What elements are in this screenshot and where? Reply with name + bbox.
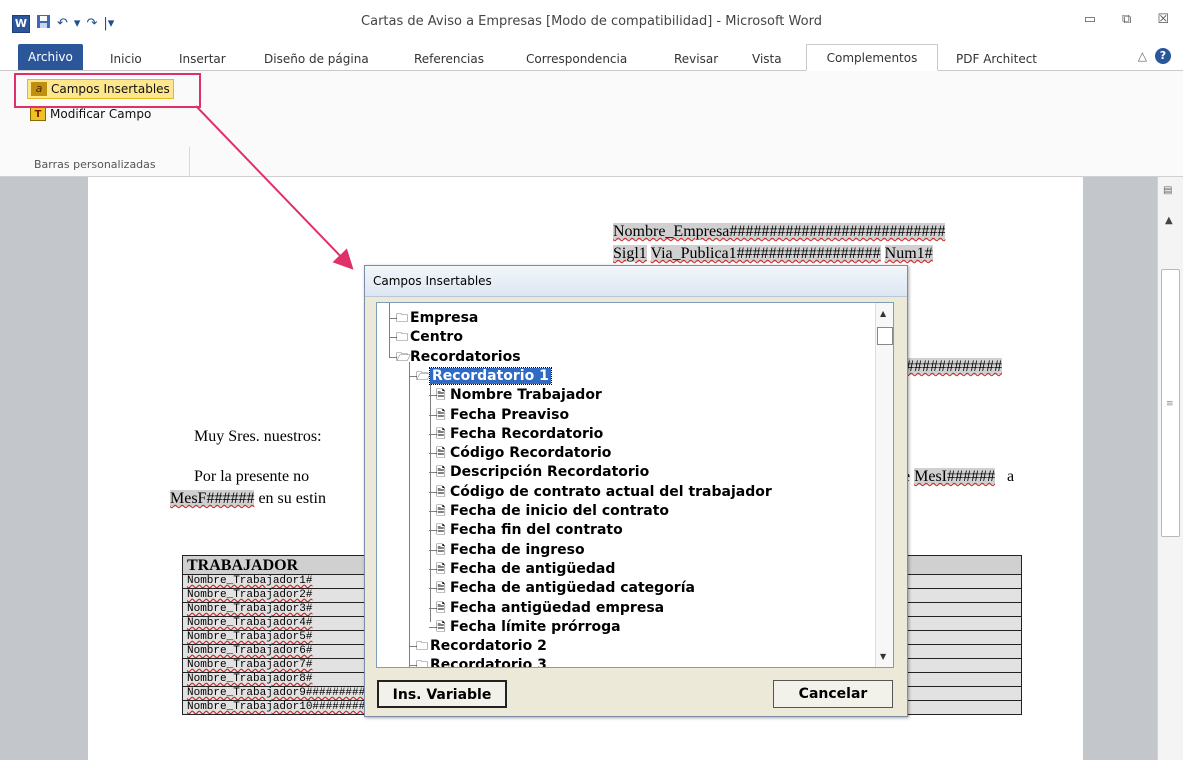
tree-item-label: Fecha de ingreso xyxy=(450,541,585,558)
fields-tree[interactable]: ▲ ▼ 🗀 Empresa 🗀 Centro 🗁Recordatorios 🗁Record… xyxy=(376,302,894,668)
tree-item[interactable]: 🗎 Código Recordatorio xyxy=(436,444,611,462)
tree-item-label: Fecha Recordatorio xyxy=(450,425,604,442)
document-icon: 🗎 xyxy=(436,426,446,441)
tree-item[interactable]: 🗎 Fecha antigüedad empresa xyxy=(436,599,664,617)
tree-item-label: Recordatorio 3 xyxy=(430,657,547,668)
tree-item-label: Fecha de inicio del contrato xyxy=(450,503,670,519)
tree-item[interactable]: 🗁Recordatorio 1 xyxy=(416,366,552,385)
tree-scroll-down-icon[interactable]: ▼ xyxy=(880,652,886,661)
tree-item[interactable]: 🗁Recordatorios xyxy=(396,348,521,366)
document-icon: 🗎 xyxy=(436,581,446,596)
tree-item-label: Fecha fin del contrato xyxy=(450,522,623,539)
tree-item-label: Fecha antigüedad empresa xyxy=(450,599,665,616)
tree-item-label: Recordatorios xyxy=(410,348,521,365)
tree-item-label: Nombre Trabajador xyxy=(450,387,602,404)
tree-item[interactable]: 🗎 Fecha de antigüedad categoría xyxy=(436,579,695,597)
tree-scrollbar[interactable]: ▲ ▼ xyxy=(875,303,893,667)
tree-item[interactable]: 🗎 Fecha de ingreso xyxy=(436,541,585,559)
folder-open-icon: 🗁 xyxy=(416,368,431,383)
folder-icon: 🗀 xyxy=(416,658,429,668)
tree-item-label: Código Recordatorio xyxy=(450,445,612,462)
document-icon: 🗎 xyxy=(436,600,446,615)
document-icon: 🗎 xyxy=(436,504,446,518)
campos-insertables-dialog: Campos Insertables ▲ ▼ 🗀 Empresa 🗀 Centro 🗁R… xyxy=(364,265,908,717)
tree-item-label: Código de contrato actual del trabajador xyxy=(450,483,772,500)
folder-open-icon: 🗁 xyxy=(396,349,411,364)
tree-item[interactable]: 🗎 Fecha Preaviso xyxy=(436,406,569,424)
document-icon: 🗎 xyxy=(436,619,446,634)
tree-item[interactable]: 🗎 Código de contrato actual del trabajado… xyxy=(436,483,772,501)
tree-scroll-up-icon[interactable]: ▲ xyxy=(880,309,886,318)
document-icon: 🗎 xyxy=(436,407,446,422)
document-icon: 🗎 xyxy=(436,523,446,538)
tree-item-label: Centro xyxy=(410,329,463,346)
tree-item-label: Fecha de antigüedad xyxy=(450,560,616,577)
tree-connector xyxy=(389,303,390,358)
folder-icon: 🗀 xyxy=(396,311,409,325)
tree-item[interactable]: 🗎 Fecha de antigüedad xyxy=(436,560,615,578)
tree-item[interactable]: 🗀 Centro xyxy=(396,328,463,346)
tree-item[interactable]: 🗀 Empresa xyxy=(396,309,478,327)
tree-item[interactable]: 🗀 Recordatorio 2 xyxy=(416,637,547,655)
ins-variable-button[interactable]: Ins. Variable xyxy=(377,680,507,708)
folder-icon: 🗀 xyxy=(416,639,429,654)
document-icon: 🗎 xyxy=(436,484,446,499)
tree-item[interactable]: 🗎 Fecha de inicio del contrato xyxy=(436,502,669,520)
tree-scroll-thumb[interactable] xyxy=(877,327,893,345)
tree-item[interactable]: 🗎 Fecha Recordatorio xyxy=(436,425,603,443)
tree-connector xyxy=(430,380,431,623)
tree-item[interactable]: 🗎 Descripción Recordatorio xyxy=(436,463,649,481)
document-icon: 🗎 xyxy=(436,446,446,461)
tree-item[interactable]: 🗎 Nombre Trabajador xyxy=(436,386,602,404)
document-icon: 🗎 xyxy=(436,561,446,576)
tree-connector xyxy=(409,361,410,667)
tree-item[interactable]: 🗎 Fecha límite prórroga xyxy=(436,618,621,636)
document-icon: 🗎 xyxy=(436,542,446,557)
tree-item-label: Fecha límite prórroga xyxy=(450,618,621,635)
tree-item-label: Descripción Recordatorio xyxy=(450,464,650,481)
cancelar-button[interactable]: Cancelar xyxy=(773,680,893,708)
tree-item-label: Fecha de antigüedad categoría xyxy=(450,580,695,597)
tree-item-label: Recordatorio 2 xyxy=(430,638,547,655)
tree-item[interactable]: 🗀 Recordatorio 3 xyxy=(416,656,547,668)
document-icon: 🗎 xyxy=(436,388,446,403)
tree-item-label: Fecha Preaviso xyxy=(450,406,570,423)
tree-item[interactable]: 🗎 Fecha fin del contrato xyxy=(436,521,623,539)
folder-icon: 🗀 xyxy=(396,330,409,345)
document-icon: 🗎 xyxy=(436,465,446,480)
tree-item-label: Empresa xyxy=(410,310,479,326)
dialog-title: Campos Insertables xyxy=(365,266,907,297)
tree-item-label: Recordatorio 1 xyxy=(429,366,552,385)
